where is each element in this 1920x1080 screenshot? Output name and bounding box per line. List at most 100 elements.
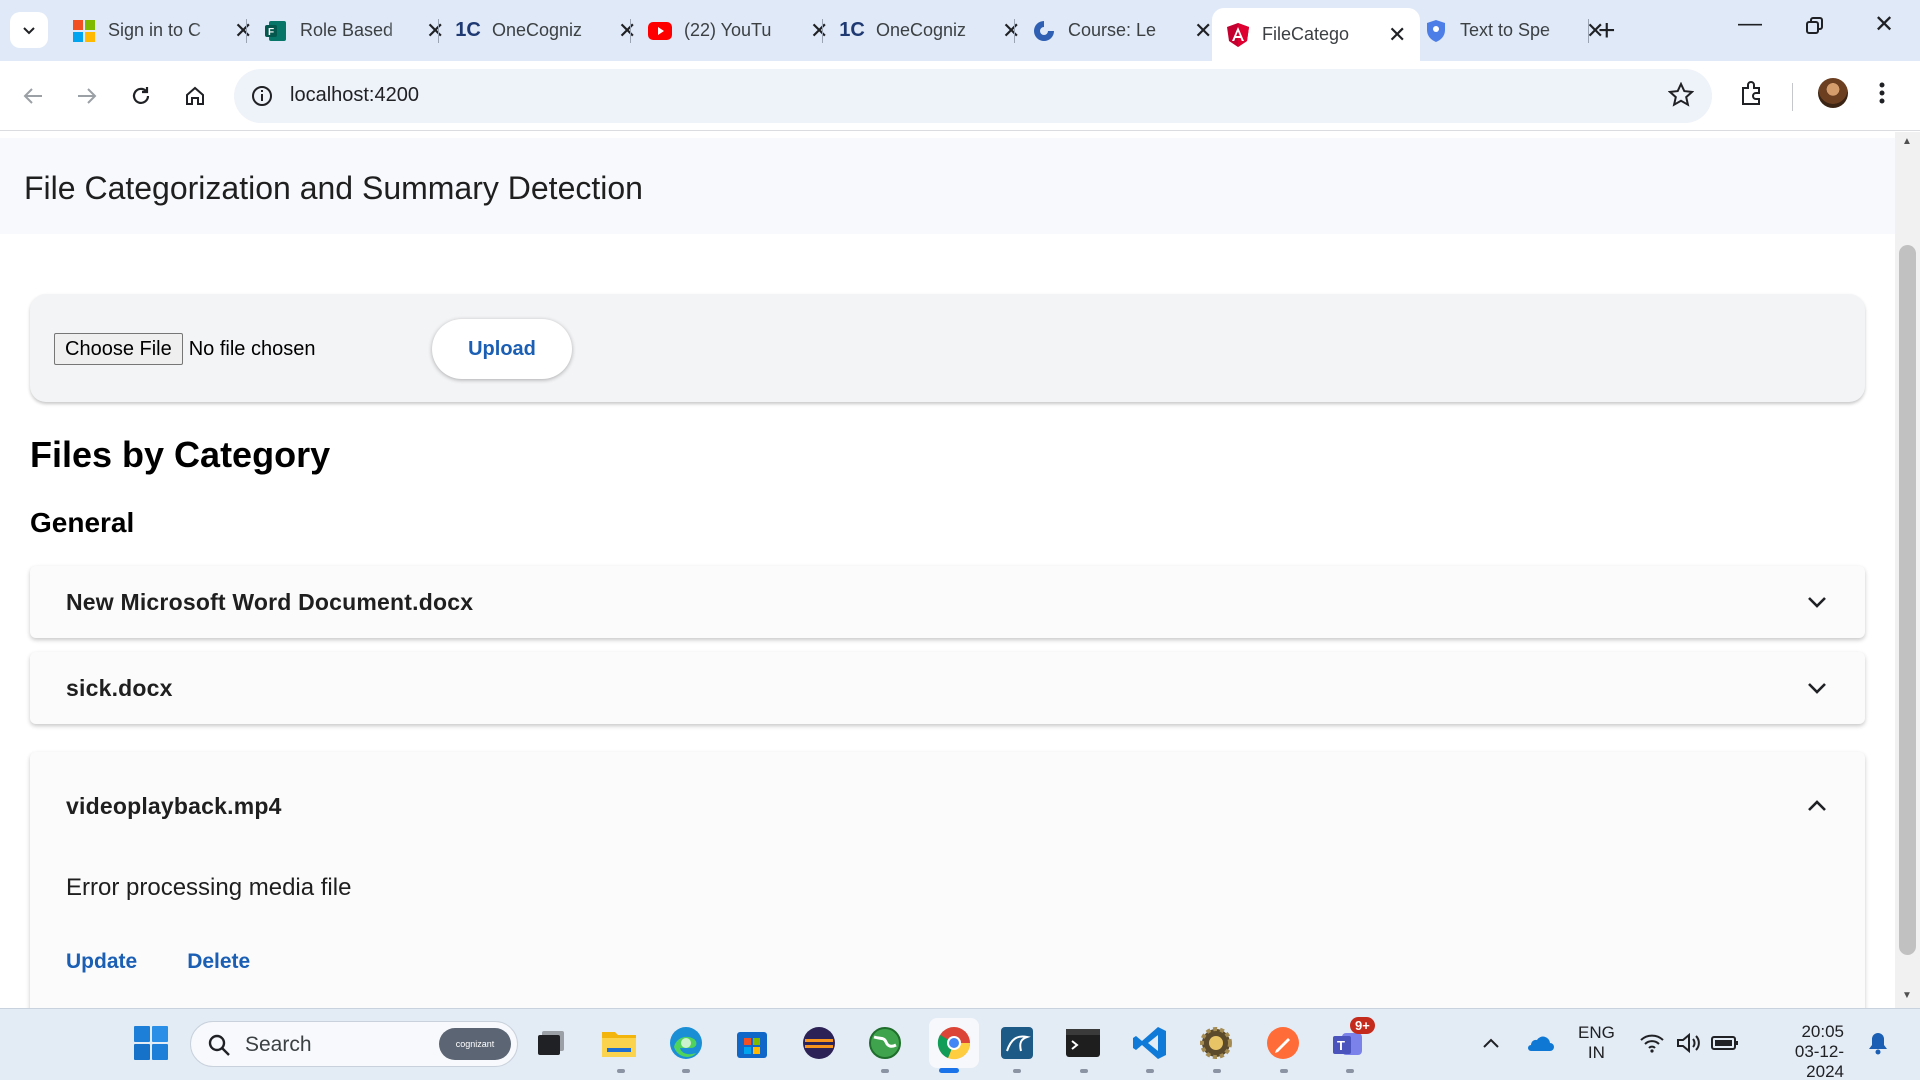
toolbar-divider [1792,83,1793,111]
tab-filecategorization[interactable]: FileCatego ✕ [1212,8,1420,61]
tab-title: FileCatego [1262,24,1350,44]
address-bar[interactable]: localhost:4200 [234,69,1712,123]
upload-button[interactable]: Upload [432,319,572,379]
file-actions: Update Delete [48,942,268,982]
tab-title: Role Based [300,20,394,40]
file-panel: sick.docx [30,652,1865,724]
mysql-workbench-icon[interactable] [997,1023,1037,1063]
file-panel-header[interactable]: sick.docx [66,652,1829,724]
teams-icon[interactable]: T 9+ [1328,1017,1375,1063]
file-panel-header[interactable]: New Microsoft Word Document.docx [66,566,1829,638]
terminal-icon[interactable] [1063,1023,1103,1063]
chrome-icon[interactable] [929,1018,979,1068]
forms-icon: F [264,19,288,43]
gear-app-icon[interactable] [1196,1023,1236,1063]
file-status-text: No file chosen [188,337,316,360]
reload-icon[interactable] [124,79,158,113]
home-icon[interactable] [178,79,212,113]
category-heading: General [30,507,135,538]
page-title: File Categorization and Summary Detectio… [24,170,643,206]
new-tab-plus-icon[interactable]: + [1598,14,1616,48]
tab-onecognizant-2[interactable]: 1C OneCogniz ✕ [826,8,1034,53]
microsoft-icon [72,19,96,43]
tab-title: (22) YouTu [684,20,772,40]
back-arrow-icon[interactable] [16,79,50,113]
chevron-up-icon[interactable] [1471,1023,1511,1063]
scroll-down-arrow-icon[interactable]: ▼ [1902,990,1912,1001]
onedrive-cloud-icon[interactable] [1519,1023,1559,1063]
more-menu-icon[interactable] [1878,79,1886,112]
site-info-icon[interactable] [248,82,276,110]
volume-icon[interactable] [1669,1023,1709,1063]
battery-icon[interactable] [1705,1023,1745,1063]
window-close-icon[interactable]: ✕ [1874,10,1894,39]
clock[interactable]: 20:05 03-12-2024 [1760,1022,1844,1080]
file-name: New Microsoft Word Document.docx [66,588,474,615]
chevron-up-icon [1805,794,1829,818]
edge-icon[interactable] [666,1023,706,1063]
microsoft-store-icon[interactable] [732,1023,772,1063]
tab-title: OneCogniz [492,20,583,40]
taskbar-search[interactable]: Search cognizant [190,1021,518,1067]
search-placeholder: Search [245,1033,312,1056]
upload-card: Choose File No file chosen Upload [30,294,1865,402]
file-summary: Error processing media file [66,874,352,901]
tab-separator [438,19,439,43]
scroll-up-arrow-icon[interactable]: ▲ [1902,136,1912,147]
tab-separator [1588,19,1589,43]
windows-taskbar: Search cognizant T 9+ ENG IN 20:05 03-12… [0,1008,1920,1080]
running-indicator [1346,1069,1354,1073]
forward-arrow-icon[interactable] [70,79,104,113]
page-scrollbar[interactable]: ▲ ▼ [1895,132,1920,1008]
tab-strip: Sign in to C ✕ F Role Based ✕ 1C OneCogn… [0,0,1920,61]
bookmark-star-icon[interactable] [1667,81,1695,113]
tab-text-to-speech[interactable]: Text to Spe ✕ [1410,8,1618,53]
file-panel: New Microsoft Word Document.docx [30,566,1865,638]
active-app-indicator [939,1068,959,1073]
url-text[interactable]: localhost:4200 [290,84,419,107]
running-indicator [881,1069,889,1073]
task-view-icon[interactable] [531,1023,571,1063]
chevron-down-icon [1805,676,1829,700]
course-icon [1032,19,1056,43]
scrollbar-thumb[interactable] [1899,245,1916,955]
tab-course[interactable]: Course: Le ✕ [1018,8,1226,53]
tab-search-button[interactable] [10,12,48,48]
extensions-puzzle-icon[interactable] [1738,79,1766,112]
browser-toolbar: localhost:4200 [0,61,1920,131]
running-indicator [1280,1069,1288,1073]
tab-onecognizant-1[interactable]: 1C OneCogniz ✕ [442,8,650,53]
tab-role-based[interactable]: F Role Based ✕ [250,8,458,53]
restore-icon[interactable] [1806,14,1824,42]
tab-separator [630,19,631,43]
update-button[interactable]: Update [48,942,155,982]
tab-youtube[interactable]: (22) YouTu ✕ [634,8,842,53]
search-highlight-badge: cognizant [439,1028,511,1060]
close-icon[interactable]: ✕ [1388,22,1406,48]
tab-separator [1014,19,1015,43]
notification-bell-icon[interactable] [1858,1023,1898,1063]
choose-file-button[interactable]: Choose File [54,333,183,365]
language-text: ENG [1578,1023,1615,1042]
postman-icon[interactable] [1263,1023,1303,1063]
windows-start-icon[interactable] [131,1023,171,1063]
tab-separator [822,19,823,43]
minimize-icon[interactable]: — [1738,10,1762,38]
running-indicator [1080,1069,1088,1073]
tab-sign-in[interactable]: Sign in to C ✕ [58,8,266,53]
delete-button[interactable]: Delete [169,942,268,982]
eclipse-icon[interactable] [799,1023,839,1063]
file-panel-header[interactable]: videoplayback.mp4 [66,772,1829,840]
globe-app-icon[interactable] [865,1023,905,1063]
file-explorer-icon[interactable] [599,1023,639,1063]
region-text: IN [1587,1043,1605,1062]
vscode-icon[interactable] [1130,1023,1170,1063]
file-input[interactable]: Choose File No file chosen [54,333,315,365]
language-indicator[interactable]: ENG IN [1578,1023,1615,1063]
profile-avatar[interactable] [1818,78,1848,108]
tab-title: OneCogniz [876,20,967,40]
close-icon[interactable]: ✕ [1194,18,1212,44]
file-name: videoplayback.mp4 [66,792,282,819]
time-text: 20:05 [1801,1022,1844,1041]
wifi-icon[interactable] [1632,1023,1672,1063]
